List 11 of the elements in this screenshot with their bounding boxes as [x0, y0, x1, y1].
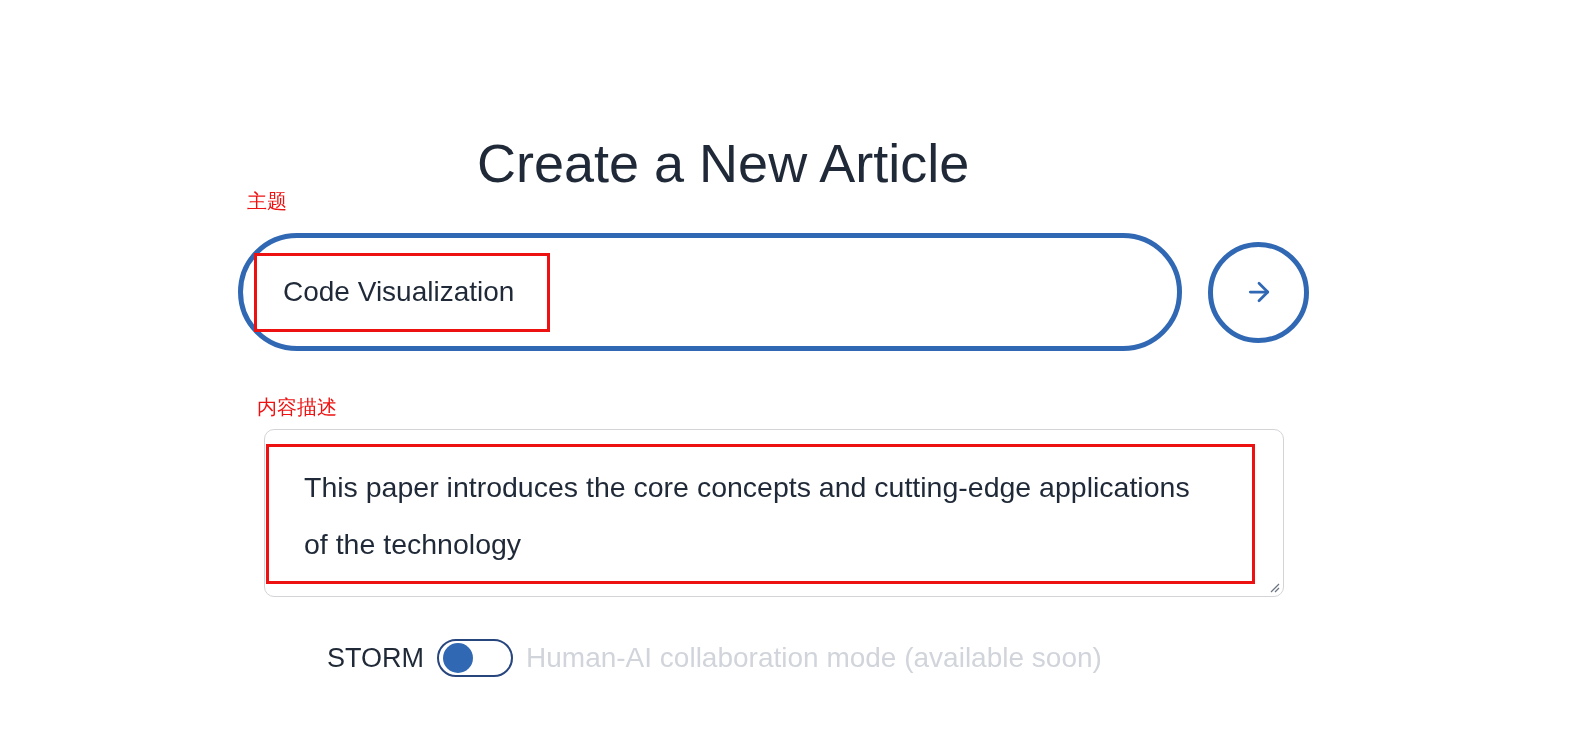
switch-label: STORM: [327, 642, 424, 674]
resize-handle-icon[interactable]: [1270, 583, 1280, 593]
topic-input[interactable]: Code Visualization: [238, 233, 1182, 351]
annotation-label: 主题: [247, 189, 287, 213]
description-textarea[interactable]: This paper introduces the core concepts and cutting-edge applications of the technology: [264, 429, 1284, 597]
description-value: This paper introduces the core concepts and cutting-edge applications of the technology: [304, 470, 1191, 562]
annotation-label: 内容描述: [257, 395, 337, 419]
toggle-knob: [443, 643, 473, 673]
page-title: Create a New Article: [477, 132, 970, 195]
topic-value: Code Visualization: [283, 275, 515, 309]
mode-toggle[interactable]: [437, 639, 513, 677]
